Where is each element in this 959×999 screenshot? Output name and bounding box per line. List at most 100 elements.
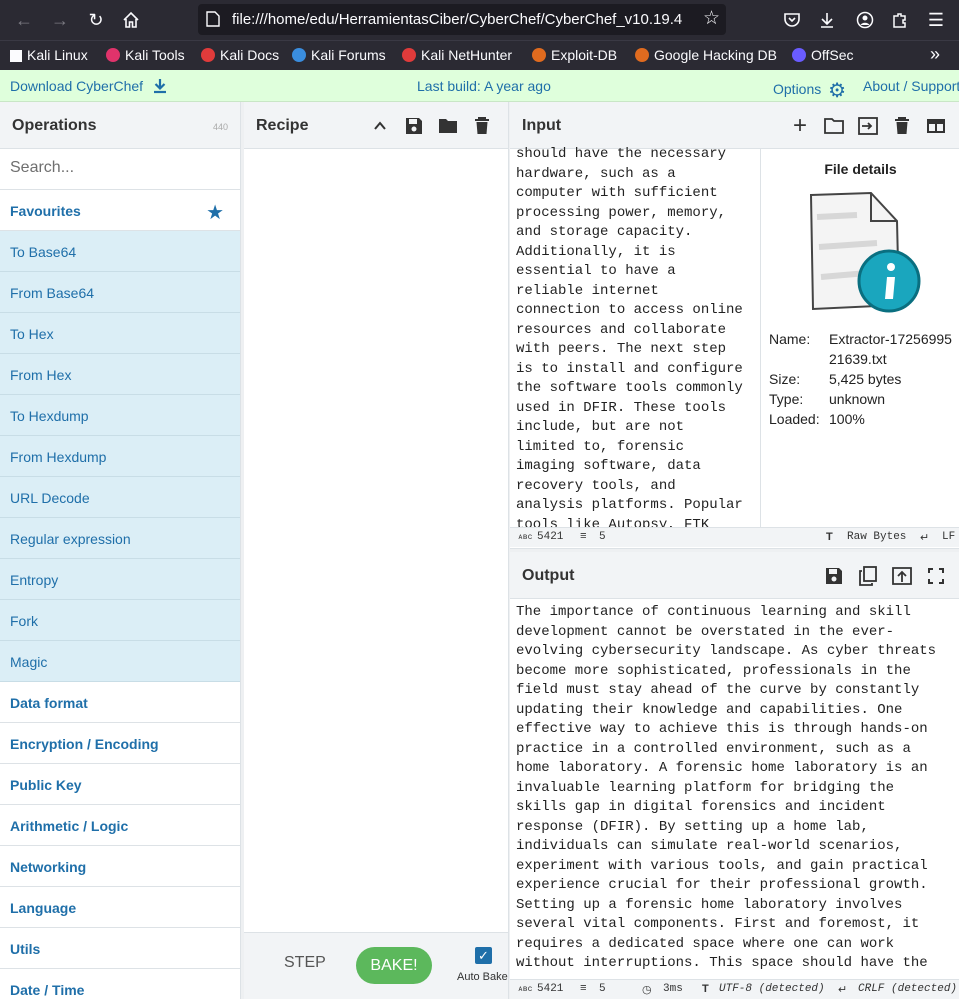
reload-icon[interactable]: ↻: [84, 8, 108, 32]
downloads-icon[interactable]: [815, 8, 839, 32]
forward-icon[interactable]: →: [48, 8, 72, 32]
bookmark-offsec[interactable]: OffSec: [792, 47, 854, 63]
auto-bake-label: Auto Bake: [457, 971, 508, 983]
clear-recipe-icon[interactable]: [470, 114, 494, 138]
bookmarks-toolbar: Kali Linux Kali Tools Kali Docs Kali For…: [0, 40, 959, 70]
bookmark-kali-tools[interactable]: Kali Tools: [106, 47, 185, 63]
bookmark-google-hacking-db[interactable]: Google Hacking DB: [635, 47, 777, 63]
output-length: 5421: [537, 983, 564, 995]
bookmark-kali-forums[interactable]: Kali Forums: [292, 47, 386, 63]
save-output-icon[interactable]: [822, 564, 846, 588]
reset-layout-icon[interactable]: [924, 114, 948, 138]
category-utils[interactable]: Utils: [0, 928, 240, 969]
output-panel: Output The importance of continuous lear…: [510, 552, 959, 999]
op-from-hex[interactable]: From Hex: [0, 354, 240, 395]
account-icon[interactable]: [853, 8, 877, 32]
load-recipe-icon[interactable]: [436, 114, 460, 138]
output-lines: 5: [599, 983, 606, 995]
file-details-title: File details: [824, 161, 897, 177]
cyberchef-banner: Download CyberChef Last build: A year ag…: [0, 70, 959, 102]
file-loaded-row: Loaded: 100%: [769, 411, 865, 427]
home-icon[interactable]: [119, 8, 143, 32]
eol-icon: ↵: [838, 985, 848, 997]
download-cyberchef-link[interactable]: Download CyberChef: [10, 78, 168, 94]
last-build-link[interactable]: Last build: A year ago: [417, 78, 551, 94]
operations-count: 440: [212, 122, 228, 132]
copy-output-icon[interactable]: [856, 564, 880, 588]
op-to-base64[interactable]: To Base64: [0, 231, 240, 272]
category-public-key[interactable]: Public Key: [0, 764, 240, 805]
hide-arguments-icon[interactable]: [368, 114, 392, 138]
op-fork[interactable]: Fork: [0, 600, 240, 641]
extensions-icon[interactable]: [888, 8, 912, 32]
search-input[interactable]: Search...: [0, 149, 240, 190]
download-icon: [153, 79, 166, 94]
maximise-output-icon[interactable]: [924, 564, 948, 588]
op-to-hexdump[interactable]: To Hexdump: [0, 395, 240, 436]
kali-nethunter-icon: [402, 48, 416, 62]
bookmark-kali-docs[interactable]: Kali Docs: [201, 47, 279, 63]
op-regular-expression[interactable]: Regular expression: [0, 518, 240, 559]
bookmark-label: Kali NetHunter: [421, 47, 513, 63]
bake-button[interactable]: BAKE!: [356, 947, 432, 984]
url-text[interactable]: file:///home/edu/HerramientasCiber/Cyber…: [232, 11, 692, 28]
lines-icon: ≡: [580, 983, 587, 995]
output-title: Output: [522, 567, 575, 584]
clock-icon: ◷: [642, 985, 652, 997]
op-entropy[interactable]: Entropy: [0, 559, 240, 600]
save-recipe-icon[interactable]: [402, 114, 426, 138]
bookmark-label: Kali Docs: [220, 47, 280, 63]
output-encoding[interactable]: UTF-8 (detected): [719, 983, 825, 995]
browser-toolbar: ← → ↻ file:///home/edu/HerramientasCiber…: [0, 0, 959, 40]
category-language[interactable]: Language: [0, 887, 240, 928]
url-bar[interactable]: file:///home/edu/HerramientasCiber/Cyber…: [198, 4, 726, 35]
category-networking[interactable]: Networking: [0, 846, 240, 887]
category-date-time[interactable]: Date / Time: [0, 969, 240, 999]
output-textarea[interactable]: The importance of continuous learning an…: [516, 603, 956, 979]
download-label: Download CyberChef: [10, 78, 144, 94]
about-support-link[interactable]: About / Support: [863, 78, 959, 94]
more-bookmarks-icon[interactable]: »: [930, 44, 940, 65]
kali-docs-icon: [201, 48, 215, 62]
category-favourites[interactable]: Favourites ★: [0, 190, 240, 231]
op-magic[interactable]: Magic: [0, 641, 240, 682]
text-encoding-icon: T: [826, 531, 833, 543]
abc-icon: ᴀʙᴄ: [518, 533, 533, 542]
op-from-base64[interactable]: From Base64: [0, 272, 240, 313]
options-link[interactable]: Options ⚙: [773, 78, 846, 103]
input-status-bar: ᴀʙᴄ 5421 ≡ 5 T Raw Bytes ↵ LF: [510, 527, 959, 547]
category-data-format[interactable]: Data format: [0, 682, 240, 723]
kali-dragon-icon: [10, 50, 22, 62]
bookmark-star-icon[interactable]: ☆: [703, 7, 720, 30]
input-encoding[interactable]: Raw Bytes: [847, 531, 906, 543]
file-info-icon: [809, 191, 921, 313]
open-file-icon[interactable]: [856, 114, 880, 138]
category-label: Favourites: [10, 203, 81, 219]
input-lines: 5: [599, 531, 606, 543]
clear-input-icon[interactable]: [890, 114, 914, 138]
op-from-hexdump[interactable]: From Hexdump: [0, 436, 240, 477]
output-eol[interactable]: CRLF (detected): [858, 983, 957, 995]
file-size-value: 5,425 bytes: [829, 371, 902, 387]
input-textarea[interactable]: should have the necessary hardware, such…: [516, 145, 756, 527]
bookmark-exploit-db[interactable]: Exploit-DB: [532, 47, 617, 63]
add-tab-icon[interactable]: +: [788, 114, 812, 138]
output-status-bar: ᴀʙᴄ 5421 ≡ 5 ◷ 3ms T UTF-8 (detected) ↵ …: [510, 979, 959, 999]
bookmark-kali-linux[interactable]: Kali Linux: [10, 47, 88, 63]
auto-bake-checkbox[interactable]: ✓: [475, 947, 492, 964]
file-name-label: Name:: [769, 331, 811, 347]
bookmark-kali-nethunter[interactable]: Kali NetHunter: [402, 47, 512, 63]
category-arithmetic-logic[interactable]: Arithmetic / Logic: [0, 805, 240, 846]
open-folder-icon[interactable]: [822, 114, 846, 138]
op-url-decode[interactable]: URL Decode: [0, 477, 240, 518]
replace-input-icon[interactable]: [890, 564, 914, 588]
input-header: Input +: [510, 102, 959, 149]
input-length: 5421: [537, 531, 564, 543]
step-button[interactable]: STEP: [284, 954, 326, 972]
input-eol[interactable]: LF: [942, 531, 955, 543]
menu-icon[interactable]: ☰: [924, 8, 948, 32]
back-icon[interactable]: ←: [12, 8, 36, 32]
pocket-icon[interactable]: [780, 8, 804, 32]
category-encryption-encoding[interactable]: Encryption / Encoding: [0, 723, 240, 764]
op-to-hex[interactable]: To Hex: [0, 313, 240, 354]
